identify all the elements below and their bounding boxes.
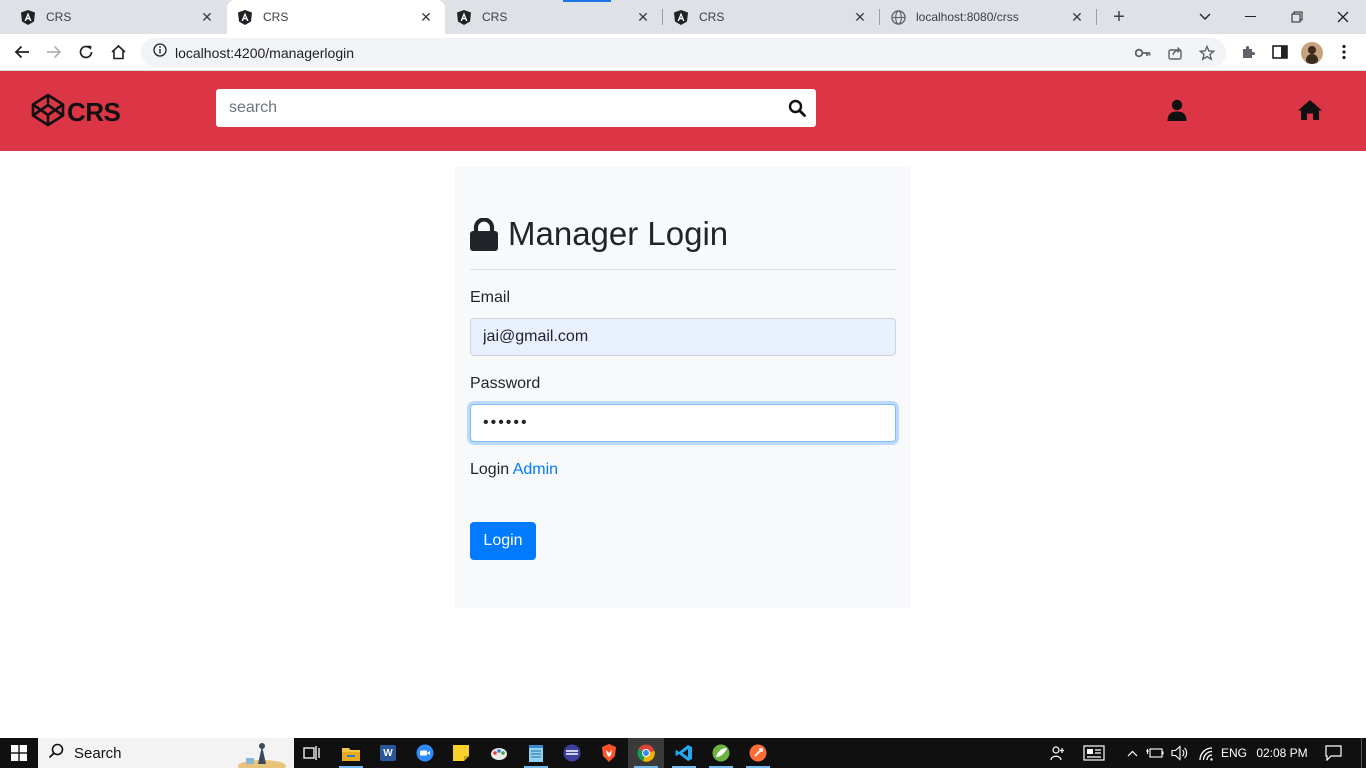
brand-logo[interactable]: CRS — [30, 92, 121, 133]
heading-divider — [470, 269, 896, 270]
window-close-icon[interactable] — [1320, 0, 1366, 34]
restore-icon[interactable] — [1274, 0, 1320, 34]
show-desktop-button[interactable] — [1361, 738, 1366, 768]
system-clock[interactable]: 02:08 PM — [1254, 738, 1310, 768]
login-heading: Manager Login — [470, 215, 728, 253]
sticky-notes-icon[interactable] — [443, 738, 479, 768]
windows-taskbar: Search W ENG 02:08 PM — [0, 738, 1366, 768]
forward-arrow-icon[interactable] — [40, 38, 68, 66]
postman-icon[interactable] — [740, 738, 776, 768]
windows-start-icon[interactable] — [0, 738, 37, 768]
tab-loading-indicator — [563, 0, 611, 2]
tab-title: CRS — [263, 10, 289, 24]
chrome-icon[interactable] — [628, 738, 664, 768]
angular-icon — [456, 9, 472, 25]
switch-login-row: Login Admin — [470, 461, 558, 479]
close-icon[interactable]: ✕ — [198, 9, 216, 26]
share-icon[interactable] — [1166, 44, 1184, 62]
notepad-icon[interactable] — [518, 738, 554, 768]
news-widget-icon[interactable] — [1080, 738, 1108, 768]
password-label: Password — [470, 375, 541, 392]
codepen-cube-icon — [30, 92, 66, 133]
key-icon[interactable] — [1134, 44, 1152, 62]
browser-tab-5[interactable]: localhost:8080/crss ✕ — [880, 0, 1096, 34]
zoom-icon[interactable] — [407, 738, 443, 768]
tab-divider — [1096, 9, 1097, 25]
file-explorer-icon[interactable] — [333, 738, 369, 768]
close-icon[interactable]: ✕ — [634, 9, 652, 26]
address-bar[interactable]: localhost:4200/managerlogin — [141, 38, 1226, 67]
wifi-icon[interactable] — [1195, 738, 1217, 768]
globe-icon — [890, 9, 906, 25]
terminal-icon[interactable] — [554, 738, 590, 768]
page-title: Manager Login — [508, 215, 729, 252]
browser-tab-4[interactable]: CRS ✕ — [663, 0, 879, 34]
close-icon[interactable]: ✕ — [417, 9, 435, 26]
spring-tool-suite-icon[interactable] — [703, 738, 739, 768]
new-tab-button[interactable]: + — [1106, 5, 1132, 29]
browser-tab-2[interactable]: CRS ✕ — [227, 0, 445, 34]
task-view-icon[interactable] — [294, 738, 330, 768]
minimize-icon[interactable] — [1228, 0, 1274, 34]
side-panel-icon[interactable] — [1266, 38, 1294, 66]
bookmark-star-icon[interactable] — [1198, 44, 1216, 62]
tab-title: CRS — [482, 10, 508, 24]
password-field[interactable] — [470, 404, 896, 442]
tab-title: localhost:8080/crss — [916, 10, 1019, 24]
browser-tab-1[interactable]: CRS ✕ — [0, 0, 226, 34]
tab-title: CRS — [46, 10, 72, 24]
search-highlight-illustration — [238, 743, 286, 768]
more-menu-icon[interactable] — [1330, 38, 1358, 66]
people-icon[interactable] — [1046, 738, 1070, 768]
angular-icon — [673, 9, 689, 25]
chevron-up-icon[interactable] — [1123, 738, 1141, 768]
extensions-puzzle-icon[interactable] — [1234, 38, 1262, 66]
tab-title: CRS — [699, 10, 725, 24]
search-icon — [48, 743, 64, 764]
profile-avatar[interactable] — [1301, 42, 1323, 64]
browser-tab-3[interactable]: CRS ✕ — [446, 0, 662, 34]
admin-login-link[interactable]: Admin — [513, 461, 558, 478]
reload-icon[interactable] — [72, 38, 100, 66]
email-field[interactable] — [470, 318, 896, 356]
word-icon[interactable]: W — [370, 738, 406, 768]
switch-login-prefix: Login — [470, 461, 510, 478]
angular-icon — [237, 9, 253, 25]
paint-3d-icon[interactable] — [481, 738, 517, 768]
browser-tab-strip: CRS ✕ CRS ✕ CRS ✕ CRS ✕ localhost:8080/c… — [0, 0, 1366, 34]
site-info-icon[interactable] — [153, 43, 167, 62]
brand-name: CRS — [67, 97, 121, 127]
search-input[interactable] — [216, 90, 778, 126]
address-url: localhost:4200/managerlogin — [175, 44, 355, 61]
battery-charging-icon[interactable] — [1145, 738, 1165, 768]
brave-browser-icon[interactable] — [591, 738, 627, 768]
angular-icon — [20, 9, 36, 25]
browser-toolbar: localhost:4200/managerlogin — [0, 34, 1366, 71]
manager-login-card: Manager Login Email Password Login Admin… — [455, 167, 911, 608]
site-search — [216, 89, 816, 127]
vscode-icon[interactable] — [666, 738, 702, 768]
search-icon[interactable] — [778, 89, 816, 127]
user-icon[interactable] — [1164, 97, 1190, 123]
close-icon[interactable]: ✕ — [1068, 9, 1086, 26]
app-navbar: CRS — [0, 71, 1366, 151]
lock-icon — [470, 217, 498, 251]
notification-center-icon[interactable] — [1322, 738, 1344, 768]
taskbar-search-label: Search — [74, 744, 122, 762]
email-label: Email — [470, 289, 511, 306]
input-language[interactable]: ENG — [1219, 738, 1249, 768]
login-button[interactable]: Login — [470, 522, 536, 560]
tab-search-chevron-down-icon[interactable] — [1182, 0, 1228, 34]
volume-icon[interactable] — [1169, 738, 1191, 768]
home-icon[interactable] — [104, 38, 132, 66]
taskbar-search[interactable]: Search — [38, 738, 294, 768]
back-arrow-icon[interactable] — [8, 38, 36, 66]
close-icon[interactable]: ✕ — [851, 9, 869, 26]
home-icon[interactable] — [1297, 97, 1323, 123]
